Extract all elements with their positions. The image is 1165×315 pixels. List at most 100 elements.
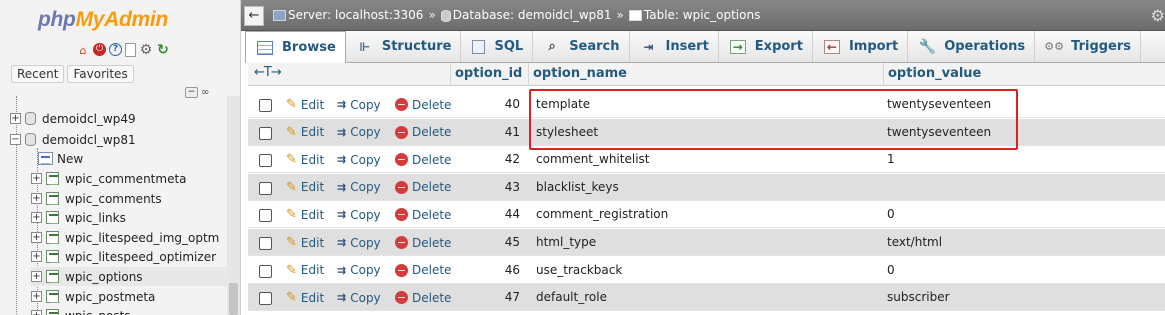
tab-export[interactable]: → Export	[719, 31, 813, 62]
tree-item-table[interactable]: + wpic_commentmeta	[31, 169, 240, 188]
tab-operations[interactable]: 🔧 Operations	[908, 31, 1036, 62]
tree-item-new[interactable]: New	[38, 149, 240, 168]
db-name[interactable]: demoidcl_wp81	[42, 133, 136, 147]
copy-button[interactable]: ⇉ Copy	[337, 119, 381, 146]
server-label[interactable]: Server: localhost:3306	[288, 8, 423, 22]
cell-option-name[interactable]: use_trackback	[532, 257, 882, 284]
cell-option-id[interactable]: 44	[450, 201, 528, 228]
column-arrows-icon[interactable]: ←T→	[254, 65, 282, 80]
tab-browse[interactable]: Browse	[245, 31, 346, 63]
expand-icon[interactable]: +	[31, 310, 42, 315]
row-checkbox[interactable]	[259, 264, 272, 278]
expand-icon[interactable]: +	[31, 291, 42, 302]
copy-button[interactable]: ⇉ Copy	[337, 229, 381, 256]
cell-option-name[interactable]: blacklist_keys	[532, 174, 882, 201]
cell-option-value[interactable]: 0	[883, 257, 1163, 284]
tree-item-db[interactable]: − demoidcl_wp81	[10, 130, 235, 149]
copy-button[interactable]: ⇉ Copy	[337, 201, 381, 228]
edit-button[interactable]: ✎ Edit	[286, 257, 324, 284]
tree-item-table[interactable]: + wpic_posts	[31, 306, 240, 315]
delete-button[interactable]: − Delete	[395, 119, 451, 146]
cell-option-id[interactable]: 43	[450, 174, 528, 201]
cell-option-value[interactable]: twentyseventeen	[883, 91, 1163, 118]
cell-option-id[interactable]: 46	[450, 257, 528, 284]
cell-option-value[interactable]: 1	[883, 146, 1163, 173]
delete-button[interactable]: − Delete	[395, 284, 451, 311]
database-label[interactable]: Database: demoidcl_wp81	[453, 8, 612, 22]
tree-item-table[interactable]: + wpic_litespeed_optimizer	[31, 247, 240, 266]
back-button[interactable]: ←	[244, 6, 264, 26]
column-header-option-id[interactable]: option_id	[450, 63, 528, 86]
page-icon[interactable]	[125, 43, 136, 57]
cell-option-id[interactable]: 41	[450, 119, 528, 146]
expand-icon[interactable]: +	[31, 251, 42, 262]
edit-button[interactable]: ✎ Edit	[286, 91, 324, 118]
cell-option-id[interactable]: 40	[450, 91, 528, 118]
tree-item-table-selected[interactable]: + wpic_options	[31, 267, 240, 286]
copy-button[interactable]: ⇉ Copy	[337, 146, 381, 173]
column-header-option-value[interactable]: option_value	[883, 63, 1165, 86]
delete-button[interactable]: − Delete	[395, 146, 451, 173]
copy-button[interactable]: ⇉ Copy	[337, 174, 381, 201]
row-checkbox[interactable]	[259, 209, 272, 223]
recent-tab[interactable]: Recent	[11, 65, 65, 83]
expand-icon[interactable]: +	[31, 212, 42, 223]
new-label[interactable]: New	[57, 152, 83, 166]
phpmyadmin-logo[interactable]: phpMyAdmin	[38, 8, 168, 32]
row-checkbox[interactable]	[259, 292, 272, 306]
table-name[interactable]: wpic_litespeed_optimizer	[65, 250, 216, 264]
expand-icon[interactable]: +	[31, 193, 42, 204]
edit-button[interactable]: ✎ Edit	[286, 284, 324, 311]
cell-option-value[interactable]: twentyseventeen	[883, 119, 1163, 146]
tree-item-db[interactable]: + demoidcl_wp49	[10, 109, 235, 128]
edit-button[interactable]: ✎ Edit	[286, 146, 324, 173]
expand-icon[interactable]: +	[31, 271, 42, 282]
cell-option-value[interactable]: 0	[883, 201, 1163, 228]
reload-icon[interactable]: ↻	[156, 43, 170, 57]
delete-button[interactable]: − Delete	[395, 229, 451, 256]
row-checkbox[interactable]	[259, 237, 272, 250]
cell-option-value[interactable]: text/html	[883, 229, 1163, 256]
delete-button[interactable]: − Delete	[395, 201, 451, 228]
expand-icon[interactable]: +	[31, 232, 42, 243]
tab-import[interactable]: ← Import	[813, 31, 909, 62]
table-name[interactable]: wpic_posts	[65, 309, 131, 315]
home-icon[interactable]: ⌂	[76, 43, 90, 57]
tab-structure[interactable]: ⊩ Structure	[346, 31, 462, 62]
link-with-main-icon[interactable]: ∞	[201, 87, 216, 98]
row-checkbox[interactable]	[259, 99, 272, 112]
cell-option-value[interactable]	[883, 174, 1163, 201]
cell-option-id[interactable]: 47	[450, 284, 528, 311]
delete-button[interactable]: − Delete	[395, 91, 451, 118]
cell-option-id[interactable]: 45	[450, 229, 528, 256]
table-name[interactable]: wpic_commentmeta	[65, 172, 187, 186]
cell-option-name[interactable]: html_type	[532, 229, 882, 256]
cell-option-name[interactable]: stylesheet	[532, 119, 882, 146]
table-name[interactable]: wpic_links	[65, 211, 126, 225]
tree-item-table[interactable]: + wpic_comments	[31, 189, 240, 208]
edit-button[interactable]: ✎ Edit	[286, 174, 324, 201]
tree-item-table[interactable]: + wpic_links	[31, 208, 240, 227]
cell-option-value[interactable]: subscriber	[883, 284, 1163, 311]
edit-button[interactable]: ✎ Edit	[286, 119, 324, 146]
favorites-tab[interactable]: Favorites	[67, 65, 134, 83]
collapse-all-icon[interactable]: −	[185, 87, 198, 98]
row-checkbox[interactable]	[259, 154, 272, 168]
tree-item-table[interactable]: + wpic_postmeta	[31, 287, 240, 306]
delete-button[interactable]: − Delete	[395, 257, 451, 284]
table-name[interactable]: wpic_litespeed_img_optm	[65, 231, 219, 245]
edit-button[interactable]: ✎ Edit	[286, 201, 324, 228]
breadcrumb-server[interactable]: Server: localhost:3306	[273, 8, 423, 22]
tab-search[interactable]: ⌕ Search	[533, 31, 630, 62]
tab-sql[interactable]: SQL	[461, 31, 534, 62]
tab-triggers[interactable]: ⚙⚙ Triggers	[1035, 31, 1142, 62]
breadcrumb-database[interactable]: Database: demoidcl_wp81	[440, 8, 612, 22]
tab-insert[interactable]: ⇥ Insert	[630, 31, 719, 62]
row-checkbox[interactable]	[259, 181, 272, 195]
collapse-icon[interactable]: −	[10, 134, 21, 145]
tree-item-table[interactable]: + wpic_litespeed_img_optm	[31, 228, 240, 247]
table-name[interactable]: wpic_comments	[65, 192, 162, 206]
cell-option-name[interactable]: default_role	[532, 284, 882, 311]
cell-option-id[interactable]: 42	[450, 146, 528, 173]
docs-icon[interactable]: ?	[109, 43, 122, 56]
